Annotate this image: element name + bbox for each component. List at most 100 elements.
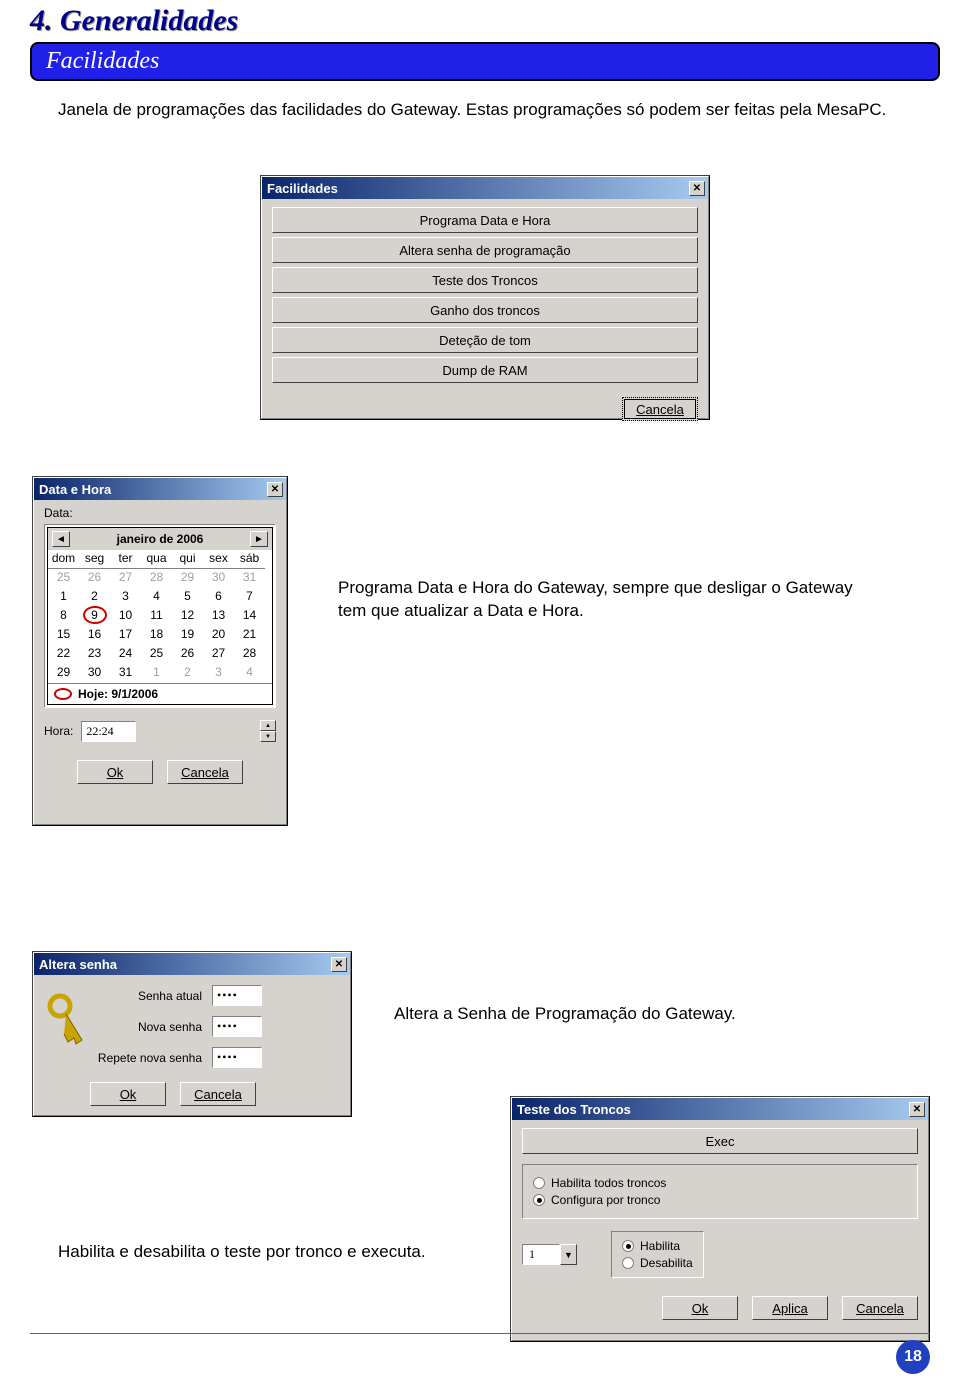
calendar-day[interactable]: 31 — [110, 664, 141, 683]
subsection-bar: Facilidades — [30, 42, 940, 81]
calendar-day[interactable]: 24 — [110, 645, 141, 664]
ok-button[interactable]: Ok — [77, 760, 153, 784]
calendar-day[interactable]: 2 — [172, 664, 203, 683]
calendar-day[interactable]: 15 — [48, 626, 79, 645]
close-icon[interactable]: ✕ — [689, 181, 705, 196]
calendar-day[interactable]: 29 — [172, 569, 203, 588]
calendar-day[interactable]: 1 — [141, 664, 172, 683]
next-month-icon[interactable]: ► — [250, 531, 268, 547]
data-hora-titlebar: Data e Hora ✕ — [34, 478, 286, 500]
radio-habilita-todos[interactable]: Habilita todos troncos — [533, 1176, 907, 1190]
nova-senha-label: Nova senha — [92, 1020, 212, 1034]
calendar-day[interactable]: 8 — [48, 607, 79, 626]
radio-habilita[interactable]: Habilita — [622, 1239, 693, 1253]
menu-ganho-troncos[interactable]: Ganho dos troncos — [272, 297, 698, 323]
calendar-dow: dom — [48, 550, 79, 569]
nova-senha-input[interactable] — [212, 1016, 262, 1037]
radio-icon — [533, 1194, 545, 1206]
calendar-day[interactable]: 26 — [172, 645, 203, 664]
menu-dump-ram[interactable]: Dump de RAM — [272, 357, 698, 383]
hora-label: Hora: — [44, 724, 73, 738]
calendar-day[interactable]: 20 — [203, 626, 234, 645]
altera-senha-dialog: Altera senha ✕ Senha atual Nova senha Re… — [32, 951, 352, 1117]
aplica-button[interactable]: Aplica — [752, 1296, 828, 1320]
calendar-day[interactable]: 28 — [141, 569, 172, 588]
radio-icon — [622, 1240, 634, 1252]
tronco-select[interactable]: ▼ — [522, 1244, 577, 1265]
spin-up-icon[interactable]: ▲ — [260, 720, 276, 731]
menu-teste-troncos[interactable]: Teste dos Troncos — [272, 267, 698, 293]
calendar-day[interactable]: 22 — [48, 645, 79, 664]
calendar-day[interactable]: 11 — [141, 607, 172, 626]
menu-detecao-tom[interactable]: Deteção de tom — [272, 327, 698, 353]
calendar-day[interactable]: 6 — [203, 588, 234, 607]
calendar-day[interactable]: 25 — [48, 569, 79, 588]
calendar-day[interactable]: 9 — [79, 607, 110, 626]
facilidades-title: Facilidades — [265, 181, 689, 196]
data-hora-note: Programa Data e Hora do Gateway, sempre … — [338, 577, 868, 623]
ok-button[interactable]: Ok — [662, 1296, 738, 1320]
calendar-day[interactable]: 1 — [48, 588, 79, 607]
calendar-day[interactable]: 16 — [79, 626, 110, 645]
radio-desabilita[interactable]: Desabilita — [622, 1256, 693, 1270]
calendar-day[interactable]: 25 — [141, 645, 172, 664]
spin-down-icon[interactable]: ▼ — [260, 731, 276, 742]
senha-atual-input[interactable] — [212, 985, 262, 1006]
calendar-day[interactable]: 13 — [203, 607, 234, 626]
radio-label: Configura por tronco — [551, 1193, 660, 1207]
calendar-day[interactable]: 27 — [110, 569, 141, 588]
calendar-day[interactable]: 14 — [234, 607, 265, 626]
radio-label: Desabilita — [640, 1256, 693, 1270]
calendar-day[interactable]: 4 — [141, 588, 172, 607]
calendar-day[interactable]: 4 — [234, 664, 265, 683]
calendar-dow: qui — [172, 550, 203, 569]
exec-button[interactable]: Exec — [522, 1128, 918, 1154]
calendar-day[interactable]: 17 — [110, 626, 141, 645]
calendar-day[interactable]: 23 — [79, 645, 110, 664]
radio-icon — [533, 1177, 545, 1189]
calendar-dow: qua — [141, 550, 172, 569]
cancel-button[interactable]: Cancela — [622, 397, 698, 421]
altera-senha-note: Altera a Senha de Programação do Gateway… — [394, 1004, 736, 1024]
hora-input[interactable] — [81, 721, 136, 742]
chevron-down-icon[interactable]: ▼ — [560, 1244, 577, 1265]
repete-senha-input[interactable] — [212, 1047, 262, 1068]
today-label: Hoje: 9/1/2006 — [78, 687, 158, 701]
calendar-day[interactable]: 12 — [172, 607, 203, 626]
cancel-button[interactable]: Cancela — [180, 1082, 256, 1106]
radio-icon — [622, 1257, 634, 1269]
calendar-day[interactable]: 30 — [203, 569, 234, 588]
calendar-day[interactable]: 3 — [203, 664, 234, 683]
radio-configura-tronco[interactable]: Configura por tronco — [533, 1193, 907, 1207]
calendar-day[interactable]: 10 — [110, 607, 141, 626]
teste-troncos-title: Teste dos Troncos — [515, 1102, 909, 1117]
calendar-dow: ter — [110, 550, 141, 569]
radio-label: Habilita — [640, 1239, 680, 1253]
menu-altera-senha[interactable]: Altera senha de programação — [272, 237, 698, 263]
close-icon[interactable]: ✕ — [909, 1102, 925, 1117]
calendar-day[interactable]: 27 — [203, 645, 234, 664]
calendar-day[interactable]: 31 — [234, 569, 265, 588]
calendar-dow: seg — [79, 550, 110, 569]
calendar-day[interactable]: 21 — [234, 626, 265, 645]
tronco-input[interactable] — [522, 1244, 560, 1265]
calendar-day[interactable]: 5 — [172, 588, 203, 607]
calendar-day[interactable]: 2 — [79, 588, 110, 607]
calendar-day[interactable]: 18 — [141, 626, 172, 645]
calendar-day[interactable]: 30 — [79, 664, 110, 683]
close-icon[interactable]: ✕ — [331, 957, 347, 972]
menu-programa-data-hora[interactable]: Programa Data e Hora — [272, 207, 698, 233]
cancel-button[interactable]: Cancela — [842, 1296, 918, 1320]
cancel-button[interactable]: Cancela — [167, 760, 243, 784]
page-footer: 18 — [30, 1333, 930, 1374]
calendar-day[interactable]: 29 — [48, 664, 79, 683]
calendar-day[interactable]: 19 — [172, 626, 203, 645]
calendar-day[interactable]: 3 — [110, 588, 141, 607]
calendar-day[interactable]: 7 — [234, 588, 265, 607]
prev-month-icon[interactable]: ◄ — [52, 531, 70, 547]
ok-button[interactable]: Ok — [90, 1082, 166, 1106]
today-marker-icon — [54, 688, 72, 700]
calendar-day[interactable]: 26 — [79, 569, 110, 588]
close-icon[interactable]: ✕ — [267, 482, 283, 497]
calendar-day[interactable]: 28 — [234, 645, 265, 664]
